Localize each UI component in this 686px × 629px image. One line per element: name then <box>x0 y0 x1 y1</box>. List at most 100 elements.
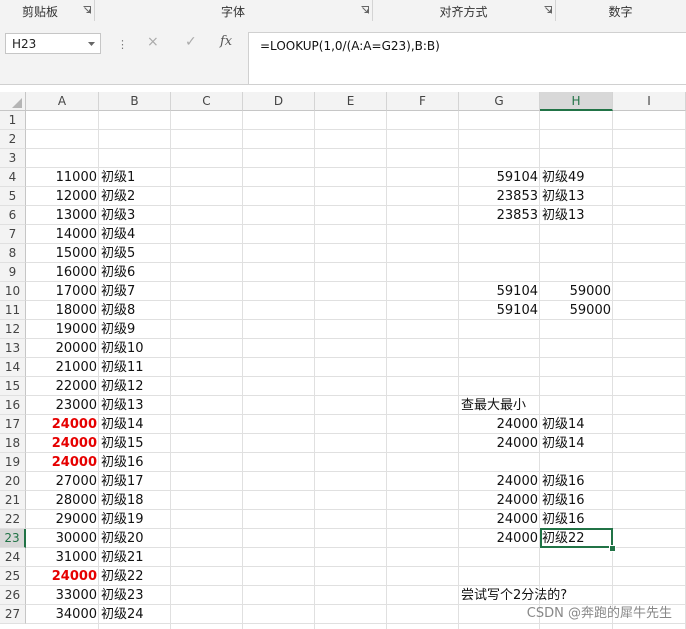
cell-b14[interactable]: 初级11 <box>99 358 144 377</box>
cell-g10[interactable]: 59104 <box>459 282 540 301</box>
cell-a5[interactable]: 12000 <box>26 187 99 206</box>
column-header-b[interactable]: B <box>99 92 171 111</box>
cell-a11[interactable]: 18000 <box>26 301 99 320</box>
column-header-i[interactable]: I <box>613 92 686 111</box>
cell-a19[interactable]: 24000 <box>26 453 99 472</box>
ribbon-group-clipboard[interactable]: 剪贴板 <box>0 0 95 21</box>
cell-b21[interactable]: 初级18 <box>99 491 144 510</box>
cell-a8[interactable]: 15000 <box>26 244 99 263</box>
ribbon-group-font[interactable]: 字体 <box>94 0 373 21</box>
row-header-24[interactable]: 24 <box>0 548 26 567</box>
cell-h22[interactable]: 初级16 <box>540 510 585 529</box>
cell-g6[interactable]: 23853 <box>459 206 540 225</box>
column-header-g[interactable]: G <box>459 92 540 111</box>
cell-a10[interactable]: 17000 <box>26 282 99 301</box>
cancel-icon[interactable]: × <box>147 34 159 50</box>
cell-b5[interactable]: 初级2 <box>99 187 135 206</box>
cell-a23[interactable]: 30000 <box>26 529 99 548</box>
ribbon-group-number[interactable]: 数字 <box>555 0 686 21</box>
cell-g22[interactable]: 24000 <box>459 510 540 529</box>
cell-a15[interactable]: 22000 <box>26 377 99 396</box>
select-all-corner[interactable] <box>0 92 26 111</box>
row-header-11[interactable]: 11 <box>0 301 26 320</box>
cell-b26[interactable]: 初级23 <box>99 586 144 605</box>
active-cell-border[interactable] <box>540 528 613 548</box>
cell-g18[interactable]: 24000 <box>459 434 540 453</box>
cell-h4[interactable]: 初级49 <box>540 168 585 187</box>
row-header-17[interactable]: 17 <box>0 415 26 434</box>
insert-function-icon[interactable]: fx <box>220 34 232 49</box>
ribbon-group-alignment[interactable]: 对齐方式 <box>372 0 556 21</box>
row-header-12[interactable]: 12 <box>0 320 26 339</box>
row-header-27[interactable]: 27 <box>0 605 26 624</box>
cell-g17[interactable]: 24000 <box>459 415 540 434</box>
row-header-8[interactable]: 8 <box>0 244 26 263</box>
row-header-16[interactable]: 16 <box>0 396 26 415</box>
row-header-7[interactable]: 7 <box>0 225 26 244</box>
cell-a24[interactable]: 31000 <box>26 548 99 567</box>
column-header-c[interactable]: C <box>171 92 243 111</box>
cell-b9[interactable]: 初级6 <box>99 263 135 282</box>
row-header-25[interactable]: 25 <box>0 567 26 586</box>
fill-handle[interactable] <box>609 545 616 552</box>
cell-g23[interactable]: 24000 <box>459 529 540 548</box>
enter-icon[interactable]: ✓ <box>185 34 197 50</box>
cell-b4[interactable]: 初级1 <box>99 168 135 187</box>
cell-a18[interactable]: 24000 <box>26 434 99 453</box>
cell-g5[interactable]: 23853 <box>459 187 540 206</box>
row-header-26[interactable]: 26 <box>0 586 26 605</box>
dialog-launcher-icon[interactable] <box>544 6 552 14</box>
cell-g4[interactable]: 59104 <box>459 168 540 187</box>
cell-b10[interactable]: 初级7 <box>99 282 135 301</box>
cell-a13[interactable]: 20000 <box>26 339 99 358</box>
cell-a4[interactable]: 11000 <box>26 168 99 187</box>
formula-input[interactable]: =LOOKUP(1,0/(A:A=G23),B:B) <box>248 32 686 84</box>
column-header-h[interactable]: H <box>540 92 613 111</box>
cell-b13[interactable]: 初级10 <box>99 339 144 358</box>
row-header-1[interactable]: 1 <box>0 111 26 130</box>
cell-g21[interactable]: 24000 <box>459 491 540 510</box>
row-header-19[interactable]: 19 <box>0 453 26 472</box>
cell-b6[interactable]: 初级3 <box>99 206 135 225</box>
row-header-2[interactable]: 2 <box>0 130 26 149</box>
cell-b20[interactable]: 初级17 <box>99 472 144 491</box>
cell-b19[interactable]: 初级16 <box>99 453 144 472</box>
cell-b23[interactable]: 初级20 <box>99 529 144 548</box>
cell-a6[interactable]: 13000 <box>26 206 99 225</box>
row-header-18[interactable]: 18 <box>0 434 26 453</box>
cell-b17[interactable]: 初级14 <box>99 415 144 434</box>
cell-g11[interactable]: 59104 <box>459 301 540 320</box>
cell-a25[interactable]: 24000 <box>26 567 99 586</box>
column-header-f[interactable]: F <box>387 92 459 111</box>
cell-a22[interactable]: 29000 <box>26 510 99 529</box>
cell-a9[interactable]: 16000 <box>26 263 99 282</box>
cell-a20[interactable]: 27000 <box>26 472 99 491</box>
cell-b27[interactable]: 初级24 <box>99 605 144 624</box>
cell-b15[interactable]: 初级12 <box>99 377 144 396</box>
cell-a12[interactable]: 19000 <box>26 320 99 339</box>
cell-b16[interactable]: 初级13 <box>99 396 144 415</box>
cell-a21[interactable]: 28000 <box>26 491 99 510</box>
cell-h18[interactable]: 初级14 <box>540 434 585 453</box>
row-header-5[interactable]: 5 <box>0 187 26 206</box>
cell-a14[interactable]: 21000 <box>26 358 99 377</box>
cell-b25[interactable]: 初级22 <box>99 567 144 586</box>
cell-g20[interactable]: 24000 <box>459 472 540 491</box>
row-header-21[interactable]: 21 <box>0 491 26 510</box>
cell-h10[interactable]: 59000 <box>540 282 613 301</box>
cell-h17[interactable]: 初级14 <box>540 415 585 434</box>
cell-a17[interactable]: 24000 <box>26 415 99 434</box>
cell-a16[interactable]: 23000 <box>26 396 99 415</box>
cell-h21[interactable]: 初级16 <box>540 491 585 510</box>
more-options-icon[interactable]: ⋮ <box>117 38 128 51</box>
column-header-a[interactable]: A <box>26 92 99 111</box>
column-header-e[interactable]: E <box>315 92 387 111</box>
cell-a27[interactable]: 34000 <box>26 605 99 624</box>
cell-h6[interactable]: 初级13 <box>540 206 585 225</box>
cell-b7[interactable]: 初级4 <box>99 225 135 244</box>
row-header-13[interactable]: 13 <box>0 339 26 358</box>
cell-h11[interactable]: 59000 <box>540 301 613 320</box>
cell-a26[interactable]: 33000 <box>26 586 99 605</box>
row-header-6[interactable]: 6 <box>0 206 26 225</box>
row-header-15[interactable]: 15 <box>0 377 26 396</box>
